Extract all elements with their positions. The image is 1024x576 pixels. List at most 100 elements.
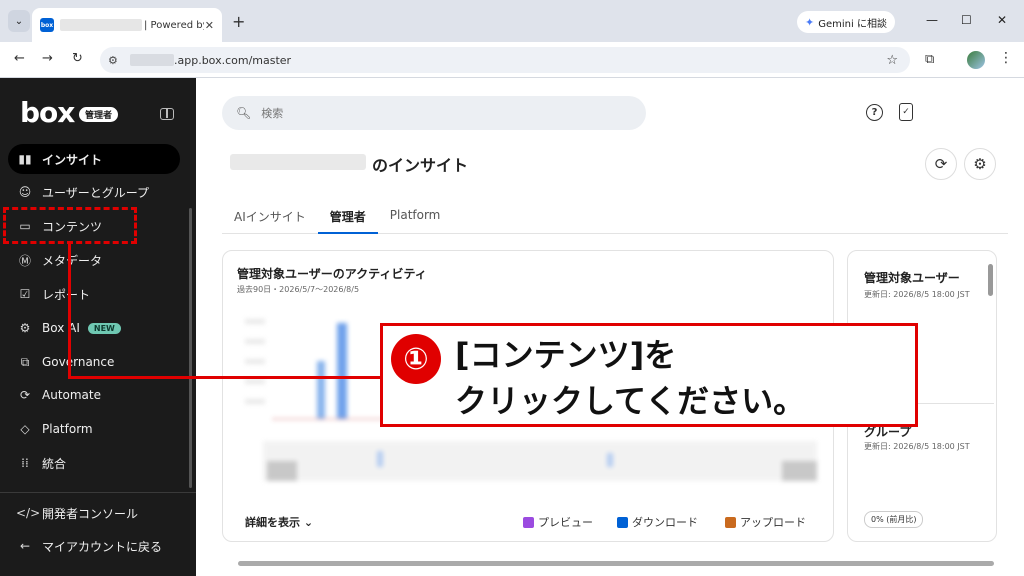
sidebar-item-label: レポート [42, 287, 91, 302]
content-highlight-box [3, 207, 137, 244]
legend-download: ダウンロード [617, 514, 698, 530]
managed-users-title: 管理対象ユーザー [864, 271, 960, 285]
legend-label: プレビュー [538, 516, 593, 529]
platform-diamond-icon: ◇ [20, 422, 30, 436]
callout-text-line2: クリックしてください。 [455, 382, 806, 420]
sidebar-item-metadata[interactable]: Ⓜ メタデータ [8, 245, 180, 275]
sidebar-item-label: マイアカウントに戻る [42, 539, 163, 554]
code-icon: </> [16, 506, 41, 520]
tab-search-chevron-icon[interactable]: ⌄ [8, 10, 30, 32]
sidebar-item-label: メタデータ [42, 253, 103, 268]
governance-icon: ⧉ [20, 354, 30, 369]
browser-tabstrip: ⌄ box | Powered by ✕ + ✦ Gemini に相談 — ☐ … [0, 0, 1024, 42]
gemini-sparkle-icon: ✦ [805, 15, 815, 29]
gemini-label: Gemini に相談 [818, 18, 887, 30]
forward-button[interactable]: → [42, 51, 53, 66]
reload-button[interactable]: ↻ [72, 51, 83, 66]
sidebar-item-platform[interactable]: ◇ Platform [8, 414, 180, 444]
bar-chart-icon: ▮▮ [18, 152, 32, 166]
groups-updated: 更新日: 2026/8/5 18:00 JST [864, 442, 970, 451]
sidebar-item-box-ai[interactable]: ⚙ Box AI NEW [8, 313, 180, 343]
browser-menu-icon[interactable]: ⋮ [999, 50, 1013, 66]
search-bar[interactable]: 🔍︎ [222, 96, 646, 130]
sidebar-item-label: Governance [42, 355, 115, 369]
sidebar-item-dev-console[interactable]: </> 開発者コンソール [8, 498, 180, 528]
show-details-button[interactable]: 詳細を表示 ⌄ [245, 514, 313, 530]
url-redacted [130, 54, 174, 66]
sidebar-item-back-to-account[interactable]: ← マイアカウントに戻る [8, 531, 180, 561]
address-bar[interactable]: ⚙ .app.box.com/master ☆ [100, 47, 910, 73]
tab-platform[interactable]: Platform [378, 200, 453, 234]
sidebar-divider [0, 492, 196, 493]
grid-icon: ⁞⁞ [21, 456, 29, 470]
sidebar-item-automate[interactable]: ⟳ Automate [8, 380, 180, 410]
ai-gear-icon: ⚙ [19, 321, 31, 335]
browser-toolbar: ← → ↻ ⚙ .app.box.com/master ☆ ⧉ ⋮ [0, 42, 1024, 78]
tab-close-icon[interactable]: ✕ [205, 19, 214, 32]
vertical-scrollbar-thumb[interactable] [988, 264, 993, 296]
sidebar-scrollbar[interactable] [189, 208, 192, 488]
site-settings-icon[interactable]: ⚙ [108, 54, 124, 67]
legend-preview: プレビュー [523, 514, 593, 530]
minimize-button[interactable]: — [926, 13, 938, 27]
sidebar-item-label: インサイト [42, 152, 103, 167]
browser-tab[interactable]: box | Powered by ✕ [32, 8, 222, 42]
automate-icon: ⟳ [19, 388, 31, 402]
legend-swatch [523, 516, 534, 528]
maximize-button[interactable]: ☐ [961, 13, 972, 27]
sidebar-item-users-groups[interactable]: ☺ ユーザーとグループ [8, 177, 180, 207]
callout-text-line1: [コンテンツ]を [455, 336, 677, 374]
horizontal-scrollbar-thumb[interactable] [238, 561, 994, 566]
sidebar-item-label: Automate [42, 388, 101, 402]
sidebar-item-label: 開発者コンソール [42, 506, 139, 521]
settings-gear-button[interactable]: ⚙ [964, 148, 996, 180]
sidebar-item-integrations[interactable]: ⁞⁞ 統合 [8, 448, 180, 478]
managed-users-updated: 更新日: 2026/8/5 18:00 JST [864, 290, 970, 299]
help-icon[interactable]: ? [866, 104, 883, 121]
sidebar-item-label: Platform [42, 422, 93, 436]
url-text: .app.box.com/master [174, 53, 292, 67]
extensions-icon[interactable]: ⧉ [925, 52, 934, 67]
tab-title: | Powered by [144, 19, 204, 31]
profile-avatar[interactable] [967, 51, 985, 69]
legend-swatch [617, 516, 628, 528]
tab-admin[interactable]: 管理者 [317, 200, 378, 234]
legend-upload: アップロード [725, 514, 806, 530]
sidebar-item-governance[interactable]: ⧉ Governance [8, 347, 180, 377]
close-window-button[interactable]: ✕ [997, 13, 1007, 27]
legend-label: ダウンロード [632, 516, 698, 529]
search-input[interactable] [261, 106, 622, 120]
box-favicon-icon: box [40, 18, 54, 32]
activity-card-subtitle: 過去90日・2026/5/7〜2026/8/5 [237, 285, 360, 294]
refresh-button[interactable]: ⟳ [925, 148, 957, 180]
tab-title-redacted [60, 19, 142, 31]
insights-tabs: AIインサイト 管理者 Platform [222, 200, 1008, 234]
enterprise-name-redacted [230, 154, 366, 170]
back-button[interactable]: ← [14, 51, 25, 66]
admin-sidebar: box 管理者 ▮▮ インサイト ☺ ユーザーとグループ ▭ コンテンツ Ⓜ メ… [0, 78, 196, 576]
admin-badge: 管理者 [79, 107, 119, 122]
search-icon: 🔍︎ [236, 106, 252, 120]
box-logo[interactable]: box [20, 96, 75, 129]
month-change-badge: 0% (前月比) [864, 511, 924, 528]
sidebar-item-insights[interactable]: ▮▮ インサイト [8, 144, 180, 174]
new-badge: NEW [87, 322, 121, 334]
sidebar-item-label: 統合 [42, 456, 67, 471]
new-tab-button[interactable]: + [232, 12, 245, 31]
instruction-callout: ① [コンテンツ]を クリックしてください。 [380, 323, 918, 427]
page-title: のインサイト [372, 156, 469, 175]
gemini-button[interactable]: ✦ Gemini に相談 [797, 11, 895, 33]
activity-card-title: 管理対象ユーザーのアクティビティ [237, 267, 427, 281]
sidebar-item-label: ユーザーとグループ [42, 185, 150, 200]
sidebar-collapse-icon[interactable] [160, 108, 174, 120]
bookmark-star-icon[interactable]: ☆ [886, 53, 898, 68]
sidebar-item-label: Box AI [42, 321, 80, 335]
legend-label: アップロード [740, 516, 806, 529]
tab-ai-insights[interactable]: AIインサイト [222, 200, 318, 234]
legend-swatch [725, 516, 736, 528]
tasks-clipboard-icon[interactable]: ✓ [899, 103, 913, 121]
sidebar-item-reports[interactable]: ☑ レポート [8, 279, 180, 309]
step-number-badge: ① [391, 334, 441, 384]
metadata-icon: Ⓜ [18, 253, 31, 268]
callout-connector-horizontal [68, 376, 382, 379]
